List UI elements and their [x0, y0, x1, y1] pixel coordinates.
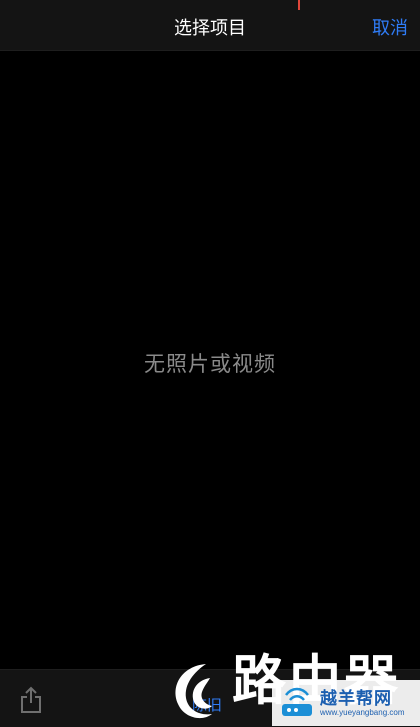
navigation-bar: 选择项目 取消 [0, 0, 420, 51]
page-title: 选择项目 [174, 18, 246, 39]
watermark-url: www.yueyangbang.com [320, 708, 405, 717]
share-icon[interactable] [18, 686, 44, 714]
red-marker [298, 0, 300, 10]
watermark-badge: 越羊帮网 www.yueyangbang.com [272, 680, 420, 726]
watermark-swirl-logo [175, 664, 212, 719]
empty-state-message: 无照片或视频 [144, 352, 276, 376]
watermark-site-name: 越羊帮网 [320, 689, 392, 709]
cancel-button[interactable]: 取消 [372, 14, 408, 40]
router-icon [282, 687, 312, 716]
media-grid-empty: 无照片或视频 [0, 51, 420, 669]
